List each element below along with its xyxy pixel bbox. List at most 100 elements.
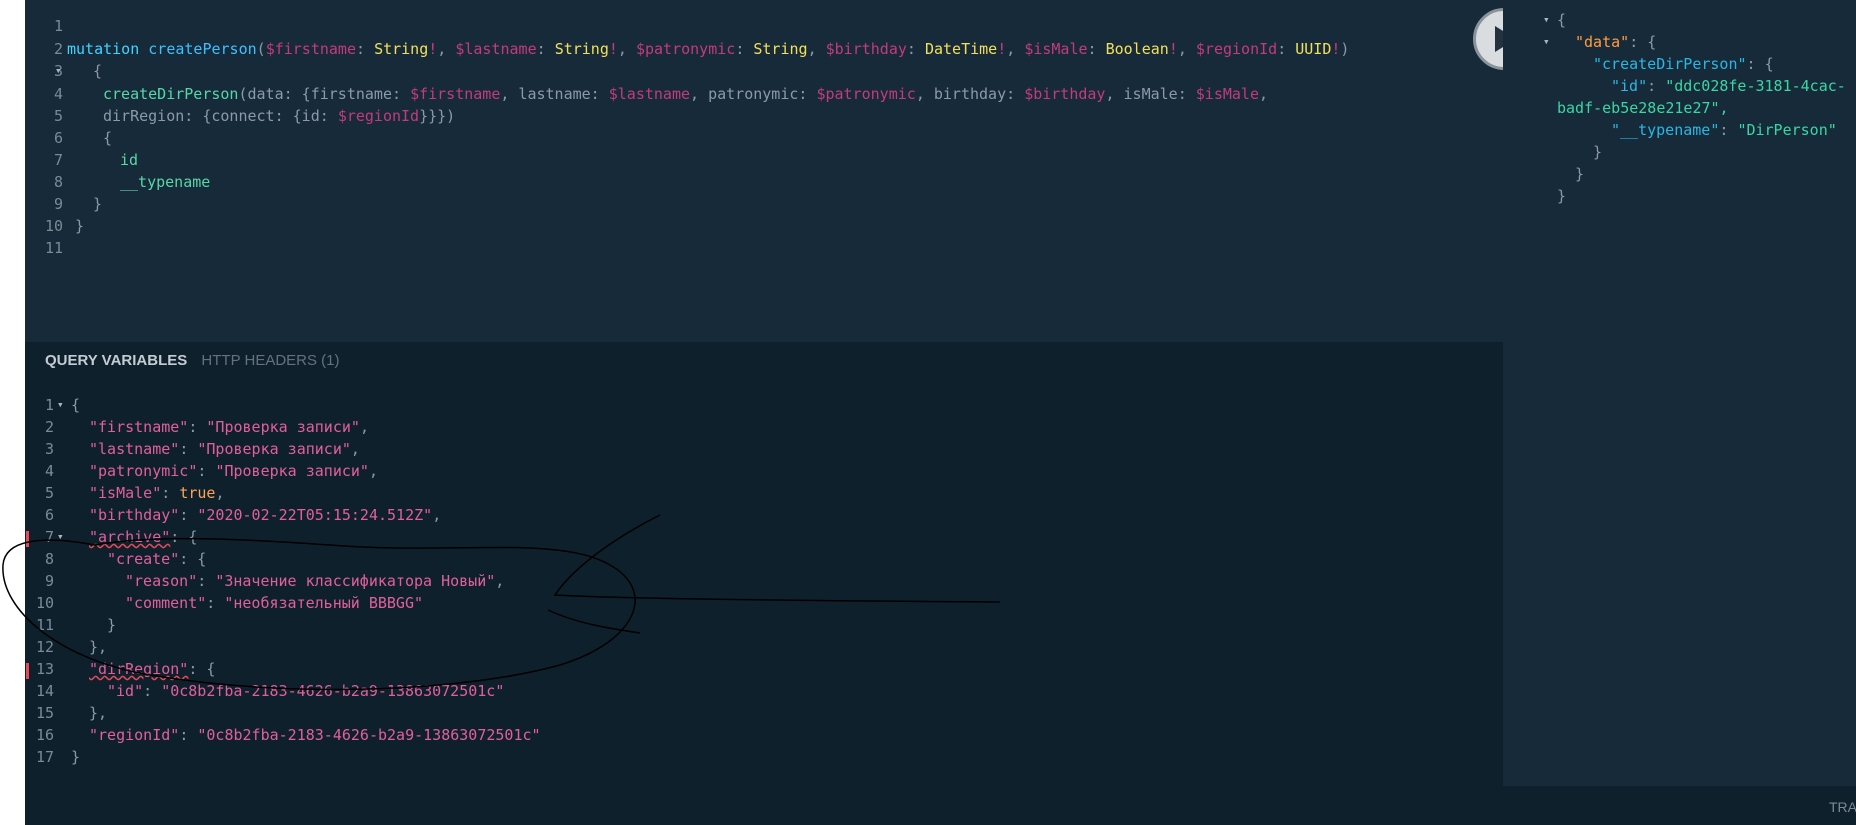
- variable: $firstname: [265, 40, 356, 58]
- variable: $regionId: [1195, 40, 1278, 58]
- variables-tabs: QUERY VARIABLES HTTP HEADERS (1): [45, 352, 350, 369]
- code-line-9: }: [93, 195, 103, 213]
- line-number: 8: [44, 550, 54, 568]
- result-line: badf-eb5e28e21e27",: [1557, 99, 1729, 117]
- json-key: "firstname": [89, 418, 189, 436]
- args: ,: [1259, 85, 1269, 103]
- result-line: "data": {: [1575, 33, 1657, 51]
- line-number: 2: [44, 418, 54, 436]
- code-line-3: {: [93, 62, 103, 80]
- json-string: "Проверка записи": [206, 418, 360, 436]
- tab-query-variables[interactable]: QUERY VARIABLES: [45, 352, 187, 369]
- json-string: "DirPerson": [1737, 121, 1837, 139]
- var-line-2: "firstname": "Проверка записи",: [89, 418, 369, 436]
- var-line-5: "isMale": true,: [89, 484, 225, 502]
- type: DateTime: [924, 40, 998, 58]
- args: }}}): [419, 107, 456, 125]
- json-string: "необязательный BBBGG": [224, 594, 424, 612]
- type: String: [753, 40, 808, 58]
- json-string: "Проверка записи": [197, 440, 351, 458]
- variable: $patronymic: [635, 40, 736, 58]
- code-line-6: {: [103, 129, 113, 147]
- var-line-12: },: [89, 638, 108, 656]
- line-number: 7: [53, 151, 63, 169]
- fold-arrow-icon[interactable]: ▾: [55, 60, 62, 82]
- line-number: 17: [35, 748, 54, 766]
- var-line-6: "birthday": "2020-02-22T05:15:24.512Z",: [89, 506, 442, 524]
- var-line-1: {: [71, 396, 81, 414]
- line-number: 12: [35, 638, 54, 656]
- punct: ,: [437, 40, 456, 58]
- variable: $regionId: [337, 107, 420, 125]
- line-number: 11: [35, 616, 54, 634]
- tab-http-headers[interactable]: HTTP HEADERS (1): [201, 352, 339, 369]
- result-line: }: [1575, 165, 1585, 183]
- punct: !: [1168, 40, 1178, 58]
- type: UUID: [1295, 40, 1332, 58]
- json-string: "Значение классификатора Новый": [215, 572, 496, 590]
- var-line-8: "create": {: [107, 550, 207, 568]
- type: String: [554, 40, 609, 58]
- punct: !: [608, 40, 618, 58]
- json-key: "id": [1611, 77, 1648, 95]
- line-number: 6: [53, 129, 63, 147]
- json-key: "create": [107, 550, 180, 568]
- line-number: 7: [44, 528, 54, 546]
- type: String: [374, 40, 429, 58]
- line-number: 6: [44, 506, 54, 524]
- code-line-8: __typename: [120, 173, 211, 191]
- query-editor[interactable]: 1 2 3 ▾ 4 5 6 7 8 9 10 11 mutation creat…: [25, 0, 1503, 342]
- tracing-tab[interactable]: TRA: [1829, 799, 1856, 815]
- punct: ,: [1006, 40, 1025, 58]
- result-line: }: [1593, 143, 1603, 161]
- line-number: 15: [35, 704, 54, 722]
- variable: $patronymic: [816, 85, 916, 103]
- variable: $isMale: [1024, 40, 1088, 58]
- variable: $birthday: [825, 40, 907, 58]
- var-line-14: "id": "0c8b2fba-2183-4626-b2a9-138630725…: [107, 682, 505, 700]
- result-line: "createDirPerson": {: [1593, 55, 1774, 73]
- variable: $lastname: [455, 40, 537, 58]
- line-number: 5: [44, 484, 54, 502]
- line-number: 11: [44, 239, 63, 257]
- result-line: "__typename": "DirPerson": [1611, 121, 1837, 139]
- json-key: "birthday": [89, 506, 180, 524]
- args: dirRegion: {connect: {id:: [103, 107, 338, 125]
- json-key: "id": [107, 682, 144, 700]
- footer-bar: [1503, 786, 1856, 825]
- line-number: 4: [53, 85, 63, 103]
- result-line: "id": "ddc028fe-3181-4cac-: [1611, 77, 1846, 95]
- var-line-3: "lastname": "Проверка записи",: [89, 440, 360, 458]
- variable: $lastname: [608, 85, 691, 103]
- punct: ,: [617, 40, 636, 58]
- json-string: "ddc028fe-3181-4cac-: [1665, 77, 1846, 95]
- json-key: "patronymic": [89, 462, 198, 480]
- json-key: "comment": [125, 594, 207, 612]
- punct: :: [1277, 40, 1296, 58]
- fold-arrow-icon[interactable]: ▾: [1543, 31, 1550, 53]
- var-line-13: "dirRegion": {: [89, 660, 216, 678]
- line-number: 13: [35, 660, 54, 678]
- fold-arrow-icon[interactable]: ▾: [57, 526, 64, 548]
- json-string: "Проверка записи": [215, 462, 369, 480]
- punct: ): [1340, 40, 1350, 58]
- json-key: "dirRegion": [89, 660, 189, 678]
- json-string: "0c8b2fba-2183-4626-b2a9-13863072501c": [161, 682, 505, 700]
- var-line-9: "reason": "Значение классификатора Новый…: [125, 572, 505, 590]
- line-number: 2: [53, 40, 63, 58]
- json-key: "isMale": [89, 484, 162, 502]
- result-panel[interactable]: ▾ ▾ { "data": { "createDirPerson": { "id…: [1503, 0, 1856, 786]
- line-number: 8: [53, 173, 63, 191]
- punct: ,: [807, 40, 826, 58]
- fold-arrow-icon[interactable]: ▾: [1543, 9, 1550, 31]
- line-number: 16: [35, 726, 54, 744]
- punct: !: [428, 40, 438, 58]
- args: (data: {firstname:: [238, 85, 411, 103]
- args: , isMale:: [1105, 85, 1196, 103]
- json-boolean: true: [179, 484, 216, 502]
- json-string: "0c8b2fba-2183-4626-b2a9-13863072501c": [197, 726, 541, 744]
- json-key: "createDirPerson": [1593, 55, 1747, 73]
- fold-arrow-icon[interactable]: ▾: [57, 394, 64, 416]
- json-string: "2020-02-22T05:15:24.512Z": [197, 506, 433, 524]
- line-number: 5: [53, 107, 63, 125]
